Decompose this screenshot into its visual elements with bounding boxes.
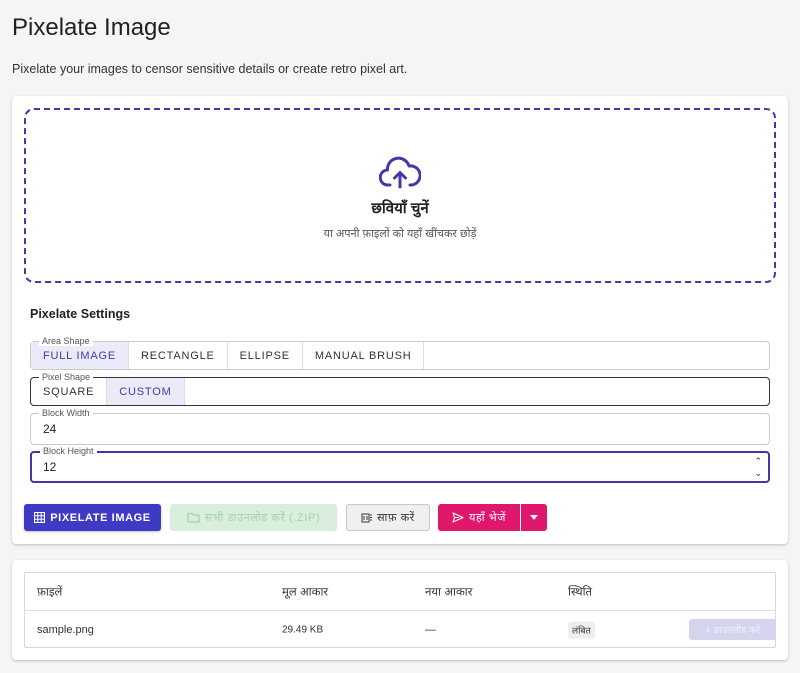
files-card: फ़ाइलें मूल आकार नया आकार स्थिति sample.… (12, 560, 788, 660)
original-size: 29.49 KB (282, 624, 324, 636)
header-status: स्थिति (568, 586, 593, 598)
block-width-legend: Block Width (39, 408, 93, 418)
send-here-label: यहाँ भेजें (468, 512, 507, 524)
area-shape-ellipse[interactable]: ELLIPSE (228, 342, 303, 369)
download-all-label: सभी डाउनलोड करें (.ZIP) (204, 512, 321, 524)
chevron-down-icon[interactable]: ⌄ (754, 467, 762, 479)
block-height-value: 12 (43, 460, 57, 474)
send-menu-button[interactable] (521, 504, 547, 531)
row-download-label: डाउनलोड करें (714, 625, 761, 636)
pixelate-image-label: PIXELATE IMAGE (50, 511, 151, 524)
caret-down-icon (530, 515, 538, 520)
settings-title: Pixelate Settings (30, 307, 131, 321)
file-dropzone[interactable]: छवियाँ चुनें या अपनी फ़ाइलों को यहाँ खीं… (24, 108, 776, 283)
pixel-shape-group: Pixel Shape SQUARE CUSTOM (30, 372, 770, 406)
grid-icon (34, 512, 46, 523)
status-badge: लंबित (568, 621, 595, 639)
header-new-size: नया आकार (425, 586, 473, 598)
clear-label: साफ़ करें (377, 512, 415, 524)
pixel-shape-custom[interactable]: CUSTOM (107, 378, 185, 405)
area-shape-full-image[interactable]: FULL IMAGE (31, 342, 129, 369)
table-header: फ़ाइलें मूल आकार नया आकार स्थिति (25, 573, 775, 611)
block-width-value: 24 (43, 422, 57, 436)
file-name: sample.png (37, 624, 94, 636)
pixel-shape-legend: Pixel Shape (39, 372, 94, 382)
clear-icon (361, 513, 373, 523)
clear-button[interactable]: साफ़ करें (346, 504, 430, 531)
download-all-button[interactable]: सभी डाउनलोड करें (.ZIP) (170, 504, 337, 531)
page-title: Pixelate Image (12, 14, 171, 41)
pixel-shape-square[interactable]: SQUARE (31, 378, 108, 405)
chevron-up-icon[interactable]: ⌃ (754, 455, 762, 467)
area-shape-manual-brush[interactable]: MANUAL BRUSH (303, 342, 425, 369)
block-height-stepper[interactable]: ⌃ ⌄ (754, 455, 762, 479)
pixelate-image-button[interactable]: PIXELATE IMAGE (24, 504, 161, 531)
page-subtitle: Pixelate your images to censor sensitive… (12, 62, 408, 76)
header-files: फ़ाइलें (37, 586, 63, 598)
folder-zip-icon (187, 512, 200, 523)
block-height-field[interactable]: Block Height 12 ⌃ ⌄ (30, 446, 770, 483)
pixelate-card: छवियाँ चुनें या अपनी फ़ाइलों को यहाँ खीं… (12, 96, 788, 544)
block-width-field[interactable]: Block Width 24 (30, 408, 770, 445)
block-height-legend: Block Height (40, 446, 97, 456)
cloud-upload-icon (379, 156, 421, 189)
dropzone-title: छवियाँ चुनें (371, 200, 429, 217)
area-shape-group: Area Shape FULL IMAGE RECTANGLE ELLIPSE … (30, 336, 770, 370)
send-here-button[interactable]: यहाँ भेजें (438, 504, 520, 531)
send-icon (452, 512, 464, 523)
area-shape-rectangle[interactable]: RECTANGLE (129, 342, 228, 369)
download-icon: ⤓ (705, 624, 711, 635)
table-row: sample.png 29.49 KB — लंबित ⤓ डाउनलोड कर… (25, 611, 775, 647)
files-table: फ़ाइलें मूल आकार नया आकार स्थिति sample.… (24, 572, 776, 648)
header-original-size: मूल आकार (282, 586, 329, 598)
area-shape-legend: Area Shape (39, 336, 93, 346)
row-download-button[interactable]: ⤓ डाउनलोड करें (689, 619, 775, 640)
dropzone-subtitle: या अपनी फ़ाइलों को यहाँ खींचकर छोड़ें (323, 228, 477, 240)
new-size: — (425, 624, 436, 636)
